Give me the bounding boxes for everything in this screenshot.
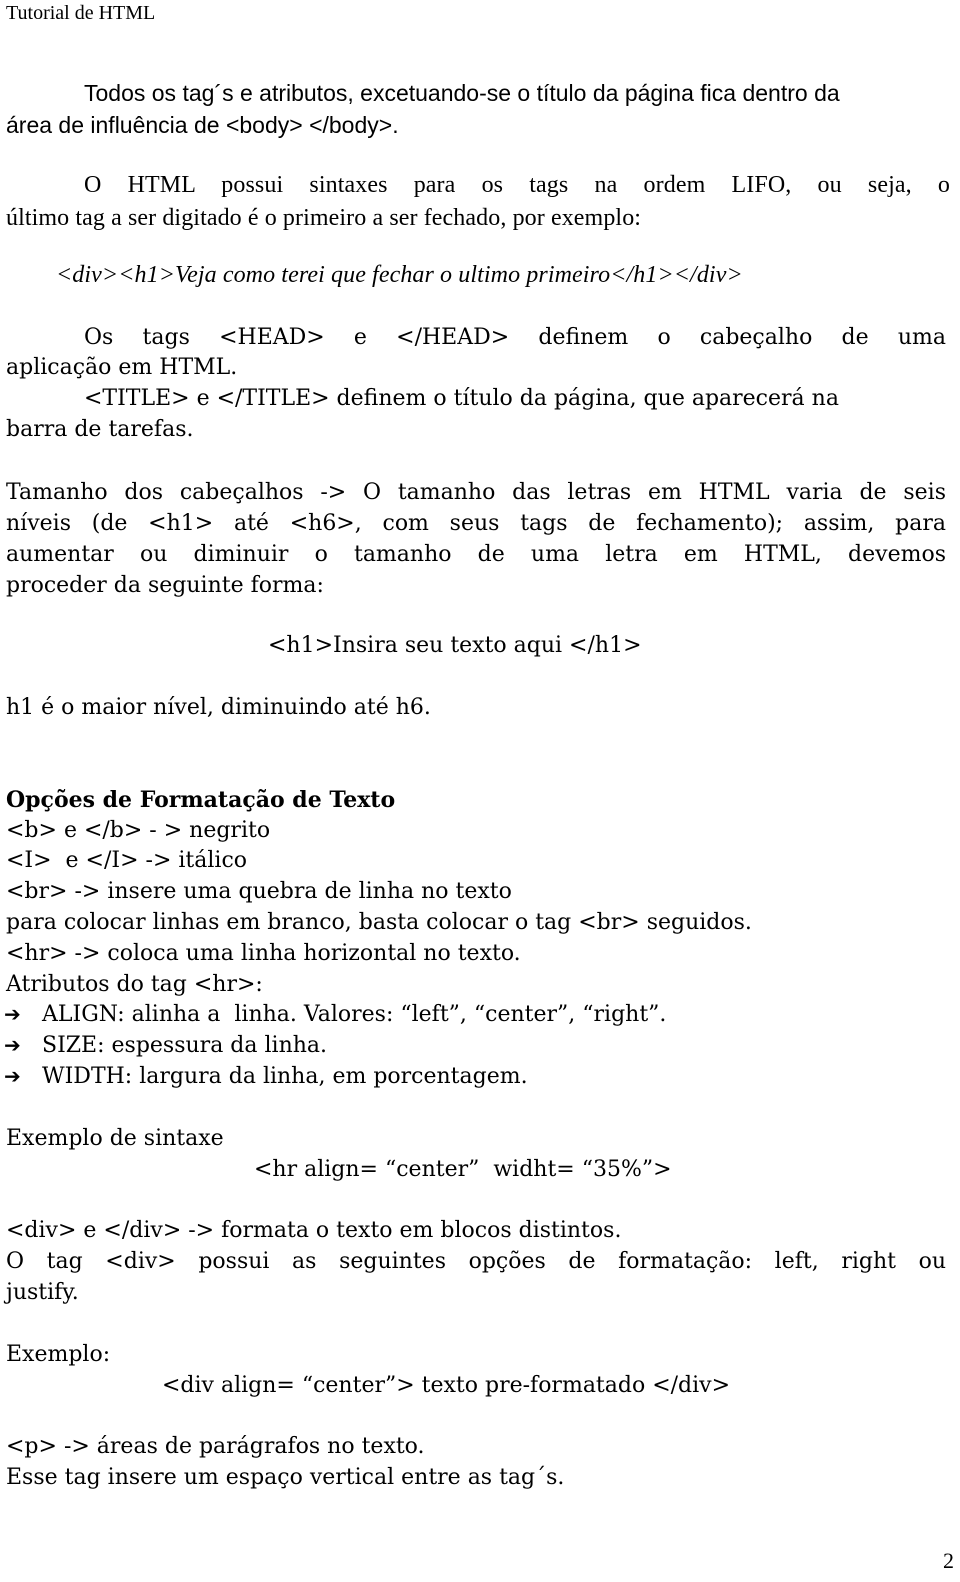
attribute-text: SIZE: espessura da linha. <box>42 1033 328 1058</box>
format-item: Atributos do tag <hr>: <box>6 972 263 997</box>
div-line-3: justify. <box>6 1280 79 1305</box>
headings-line-4: proceder da seguinte forma: <box>6 573 324 598</box>
arrow-right-icon: ➔ <box>4 1033 21 1057</box>
arrow-right-icon: ➔ <box>4 1064 21 1088</box>
attribute-item: ➔ SIZE: espessura da linha. <box>4 1033 327 1058</box>
arrow-right-icon: ➔ <box>4 1002 21 1026</box>
headings-note: h1 é o maior nível, diminuindo até h6. <box>6 695 431 720</box>
headings-example: <h1>Insira seu texto aqui </h1> <box>268 633 642 658</box>
title-line-2: barra de tarefas. <box>6 417 194 442</box>
headings-line-1: Tamanho dos cabeçalhos -> O tamanho das … <box>6 480 946 505</box>
attribute-item: ➔ ALIGN: alinha a linha. Valores: “left”,… <box>4 1002 666 1027</box>
headings-line-2: níveis (de <h1> até <h6>, com seus tags … <box>6 511 946 536</box>
head-line-1: Os tags <HEAD> e </HEAD> definem o cabeç… <box>84 325 946 350</box>
lifo-line-1: O HTML possui sintaxes para os tags na o… <box>84 172 950 198</box>
intro-line-2: área de influência de <body> </body>. <box>6 112 399 138</box>
head-line-2: aplicação em HTML. <box>6 355 238 380</box>
syntax-example: <hr align= “center” widht= “35%”> <box>254 1157 672 1182</box>
attribute-text: ALIGN: alinha a linha. Valores: “left”, … <box>42 1002 667 1027</box>
format-item: <b> e </b> - > negrito <box>6 818 271 843</box>
div-line-1: <div> e </div> -> formata o texto em blo… <box>6 1218 622 1243</box>
page-number: 2 <box>943 1548 954 1573</box>
div-example-label: Exemplo: <box>6 1342 111 1367</box>
syntax-label: Exemplo de sintaxe <box>6 1126 224 1151</box>
p-line-2: Esse tag insere um espaço vertical entre… <box>6 1465 565 1490</box>
div-line-2: O tag <div> possui as seguintes opções d… <box>6 1249 946 1274</box>
headings-line-3: aumentar ou diminuir o tamanho de uma le… <box>6 542 946 567</box>
title-line-1: <TITLE> e </TITLE> definem o título da p… <box>84 386 839 411</box>
attribute-text: WIDTH: largura da linha, em porcentagem. <box>42 1064 528 1089</box>
format-item: <hr> -> coloca uma linha horizontal no t… <box>6 941 521 966</box>
lifo-line-2: último tag a ser digitado é o primeiro a… <box>6 205 642 231</box>
attribute-item: ➔ WIDTH: largura da linha, em porcentagem… <box>4 1064 528 1089</box>
lifo-example: <div><h1>Veja como terei que fechar o ul… <box>56 262 743 288</box>
div-example: <div align= “center”> texto pre-formatad… <box>162 1373 731 1398</box>
p-line-1: <p> -> áreas de parágrafos no texto. <box>6 1434 425 1459</box>
format-item: <I> e </I> -> itálico <box>6 848 248 873</box>
running-header: Tutorial de HTML <box>6 2 156 24</box>
format-item: <br> -> insere uma quebra de linha no te… <box>6 879 512 904</box>
format-item: para colocar linhas em branco, basta col… <box>6 910 752 935</box>
intro-line-1: Todos os tag´s e atributos, excetuando-s… <box>84 80 840 106</box>
section-title: Opções de Formatação de Texto <box>6 787 396 813</box>
